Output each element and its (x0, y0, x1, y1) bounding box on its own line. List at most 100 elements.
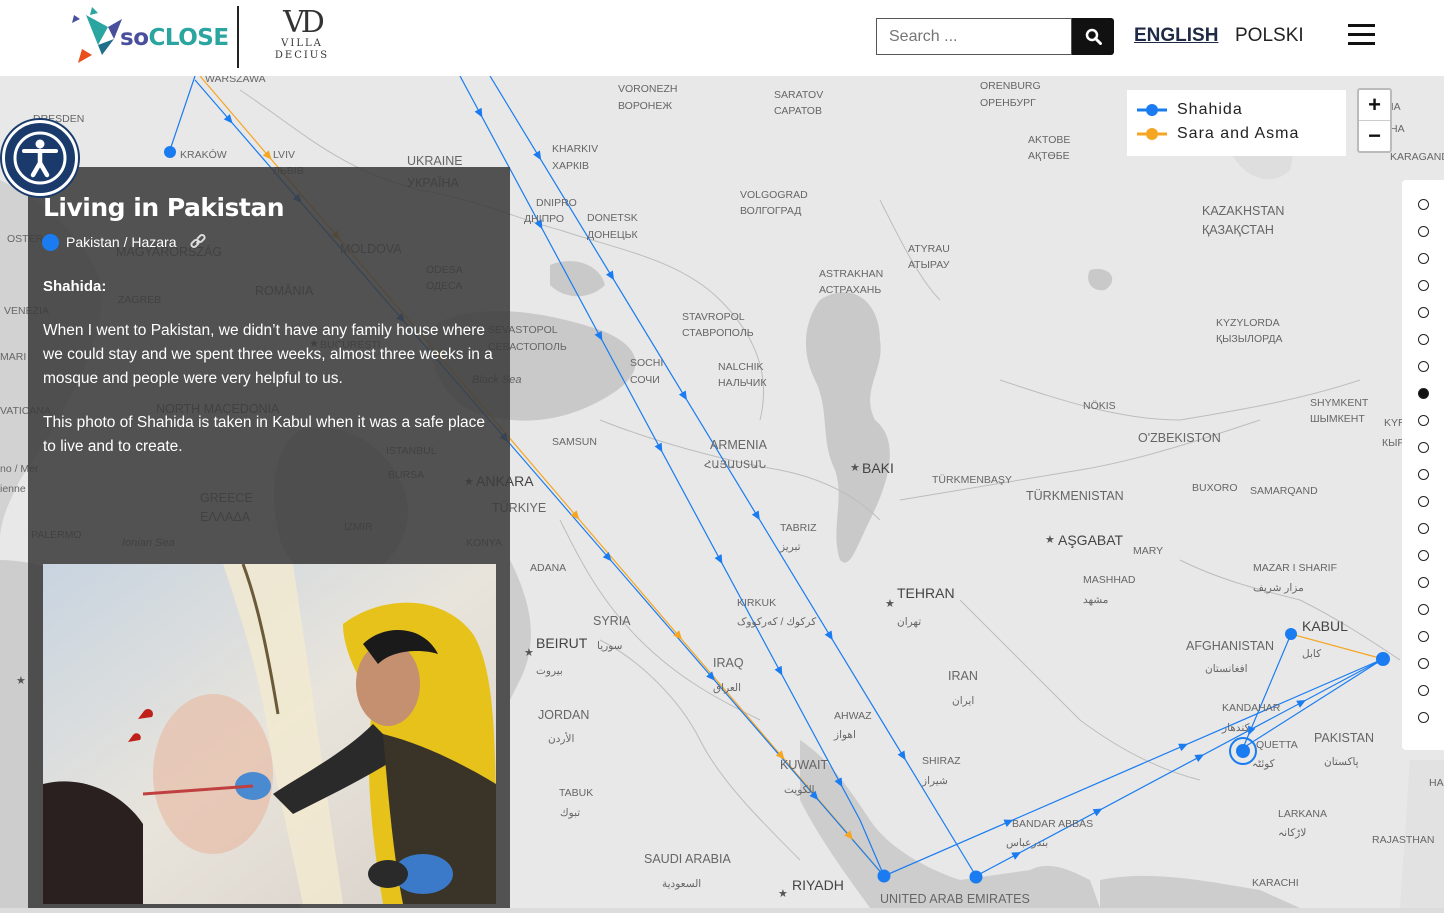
story-nav-dot[interactable] (1418, 226, 1429, 237)
map-label: SYRIA (593, 614, 631, 628)
map-label: VOLGOGRAD (740, 189, 808, 201)
stop-gulf-2[interactable] (969, 870, 983, 884)
soclose-wordmark: soCLOSE (120, 25, 229, 51)
speaker-name: Shahida: (43, 278, 107, 295)
legend-item-sara-asma[interactable]: Sara and Asma (1137, 124, 1299, 144)
map-label: سوريا (597, 640, 623, 652)
legend-marker-blue-icon (1137, 104, 1167, 116)
capital-star-icon: ★ (778, 888, 788, 900)
zoom-out-button[interactable]: − (1359, 121, 1390, 151)
stop-gulf-1[interactable] (877, 869, 891, 883)
story-nav-dot[interactable] (1418, 199, 1429, 210)
story-nav-dot[interactable] (1418, 631, 1429, 642)
map-label: کندهار (1221, 722, 1250, 734)
map-label: ARMENIA (710, 438, 768, 452)
accessibility-icon (13, 131, 67, 185)
story-nav-dot[interactable] (1418, 415, 1429, 426)
map-label: العراق (713, 682, 741, 694)
map-label: ХАРКІВ (552, 160, 589, 172)
map-label: BANDAR ABBAS (1012, 818, 1093, 830)
map-label: MASHHAD (1083, 574, 1136, 586)
legend-marker-orange-icon (1137, 128, 1167, 140)
map-label: ШЫМКЕНТ (1310, 413, 1365, 425)
painting-photo-image (43, 564, 496, 904)
map-label: TÜRKMENBAŞY (932, 474, 1012, 486)
zoom-in-button[interactable]: + (1359, 90, 1390, 121)
map-label: تهران (897, 616, 921, 628)
story-nav-dot[interactable] (1418, 361, 1429, 372)
map-legend: Shahida Sara and Asma (1127, 90, 1346, 156)
map-label: بيروت (536, 665, 563, 677)
accessibility-button[interactable] (2, 120, 78, 196)
story-nav-dot[interactable] (1418, 550, 1429, 561)
story-photo[interactable] (43, 564, 496, 904)
search-field[interactable] (876, 18, 1072, 55)
map-label: شیراز (921, 775, 948, 787)
map-label: BAKI (862, 460, 894, 476)
story-location: Pakistan / Hazara (42, 233, 207, 251)
story-paragraph-2: This photo of Shahida is taken in Kabul … (43, 414, 486, 455)
stop-quetta[interactable] (1236, 744, 1250, 758)
bird-logo-icon (72, 7, 122, 63)
soclose-logo[interactable]: soCLOSE (68, 5, 229, 71)
map-label: بندرعباس (1006, 837, 1048, 849)
map-label: AŞGABAT (1058, 532, 1124, 548)
map-label: مشهد (1083, 594, 1109, 606)
story-nav-dot[interactable] (1418, 496, 1429, 507)
map-label: TEHRAN (897, 585, 955, 601)
map-label: AFGHANISTAN (1186, 639, 1274, 653)
link-icon[interactable] (189, 233, 207, 251)
search-icon (1085, 28, 1102, 45)
story-nav-dot[interactable] (1418, 685, 1429, 696)
story-nav-dot[interactable] (1418, 523, 1429, 534)
language-english-link[interactable]: ENGLISH (1134, 25, 1218, 47)
legend-label: Shahida (1177, 101, 1243, 118)
language-polish-link[interactable]: POLSKI (1235, 25, 1304, 47)
map-label: RIYADH (792, 877, 844, 893)
map-label: SAUDI ARABIA (644, 852, 731, 866)
capital-star-icon: ★ (885, 598, 895, 610)
menu-hamburger-icon[interactable] (1348, 24, 1375, 46)
stop-hazara[interactable] (1376, 652, 1390, 666)
story-title: Living in Pakistan (43, 193, 285, 222)
location-label: Pakistan / Hazara (66, 234, 177, 250)
story-nav-dot[interactable] (1418, 577, 1429, 588)
map-label: NALCHIK (718, 361, 764, 373)
stop-krakow[interactable] (164, 146, 176, 158)
map-label: DONETSK (587, 212, 638, 224)
map-label: KUWAIT (780, 758, 829, 772)
map-label: اهواز (833, 729, 856, 741)
story-nav-dot[interactable] (1418, 280, 1429, 291)
map-label: АҚТӨБЕ (1028, 150, 1070, 162)
search-input[interactable] (887, 19, 1071, 54)
search-button[interactable] (1072, 18, 1114, 55)
story-nav-dot[interactable] (1418, 712, 1429, 723)
legend-label: Sara and Asma (1177, 125, 1300, 142)
story-navigation-dots (1402, 180, 1444, 750)
story-nav-dot[interactable] (1418, 253, 1429, 264)
map-label: JORDAN (538, 708, 589, 722)
map-label: АСТРАХАНЬ (819, 284, 881, 296)
map-label: MARY (1133, 545, 1163, 557)
story-nav-dot[interactable] (1418, 442, 1429, 453)
villa-decius-logo[interactable]: VD VILLA DECIUS (270, 8, 334, 66)
map-label: ATYRAU (908, 243, 950, 255)
map-label: KANDAHAR (1222, 702, 1281, 714)
story-nav-dot[interactable] (1418, 388, 1429, 399)
vd-line1: VILLA (281, 38, 323, 49)
story-nav-dot[interactable] (1418, 658, 1429, 669)
story-nav-dot[interactable] (1418, 469, 1429, 480)
map-label: تبوك (560, 807, 580, 819)
map-label: SHIRAZ (922, 755, 961, 767)
story-nav-dot[interactable] (1418, 334, 1429, 345)
capital-star-icon: ★ (1045, 534, 1055, 546)
map-label: RAJASTHAN (1372, 834, 1434, 846)
location-dot-icon (42, 233, 59, 251)
map-label: SARATOV (774, 89, 823, 101)
map-label: MARI (0, 351, 26, 363)
stop-kabul[interactable] (1285, 628, 1297, 640)
story-nav-dot[interactable] (1418, 604, 1429, 615)
legend-item-shahida[interactable]: Shahida (1137, 100, 1243, 120)
map-label: ADANA (530, 562, 566, 574)
story-nav-dot[interactable] (1418, 307, 1429, 318)
